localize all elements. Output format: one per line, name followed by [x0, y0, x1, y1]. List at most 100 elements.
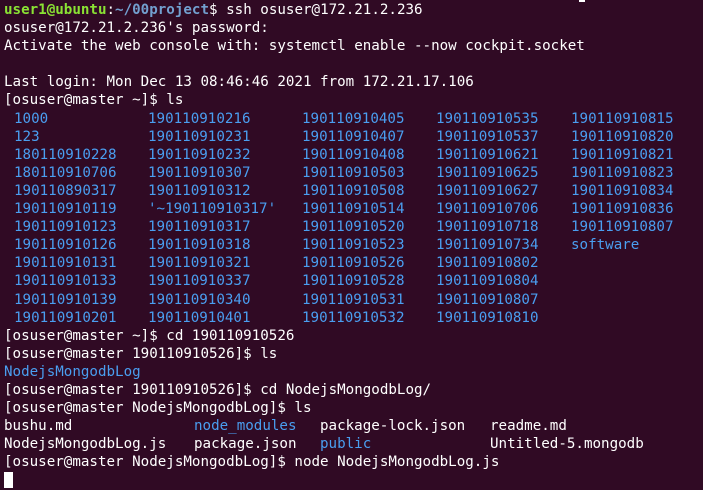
last-login-line: Last login: Mon Dec 13 08:46:46 2021 fro… — [4, 74, 474, 91]
directory-entry: 190110890317 — [14, 182, 117, 199]
directory-entry: 190110910407 — [302, 128, 405, 145]
command-text: cd NodejsMongodbLog/ — [260, 381, 432, 398]
command-text: ssh osuser@172.21.2.236 — [226, 2, 423, 18]
command-text: cd 190110910526 — [166, 327, 295, 344]
directory-entry: 190110910503 — [302, 164, 405, 181]
command-text: ls — [260, 345, 278, 362]
directory-entry: 190110910815 — [571, 110, 674, 127]
listing-row: 190110910201 190110910401 190110910532 1901… — [4, 309, 703, 327]
directory-entry: 180110910228 — [14, 146, 117, 163]
directory-entry — [561, 291, 701, 309]
directory-entry: 190110910625 — [436, 164, 539, 181]
directory-entry: 190110910201 — [14, 309, 117, 326]
prompt-separator: : — [106, 2, 116, 18]
listing-row: 190110890317 190110910312 190110910508 1901… — [4, 182, 703, 200]
command-text: ls — [166, 92, 184, 109]
directory-entry: 190110910627 — [436, 182, 539, 199]
directory-entry: 190110910810 — [436, 309, 539, 326]
directory-entry: 190110910802 — [436, 255, 539, 272]
directory-entry: 190110910836 — [571, 201, 674, 218]
directory-entry: 190110910537 — [436, 128, 539, 145]
shell-prompt: [osuser@master ~]$ — [4, 92, 167, 109]
directory-entry: 190110910532 — [302, 309, 405, 326]
directory-entry: 190110910405 — [302, 110, 405, 127]
shell-prompt: [osuser@master 190110910526]$ — [4, 381, 261, 398]
ls-command-line: [osuser@master ~]$ ls — [4, 91, 703, 109]
cd-command-line: [osuser@master ~]$ cd 190110910526 — [4, 327, 703, 345]
file-listing-row: bushu.md node_modules package-lock.json … — [4, 417, 703, 435]
directory-entry: 190110910526 — [302, 255, 405, 272]
prompt-dollar: $ — [209, 2, 227, 18]
directory-entry: node_modules — [194, 418, 297, 435]
directory-entry: 190110910706 — [436, 201, 539, 218]
cockpit-message-line: Activate the web console with: systemctl… — [4, 38, 585, 55]
node-command-line: [osuser@master NodejsMongodbLog]$ node N… — [4, 453, 703, 471]
shell-prompt: [osuser@master 190110910526]$ — [4, 345, 261, 362]
ssh-command-line: user1@ubuntu:~/00project$ ssh osuser@172… — [4, 1, 703, 19]
listing-row: 190110910131 190110910321 190110910526 1901… — [4, 254, 703, 272]
prompt-path: ~/00project — [115, 2, 210, 18]
password-prompt-line: osuser@172.21.2.236's password: — [4, 20, 269, 37]
directory-entry: 190110910528 — [302, 273, 405, 290]
directory-entry: public — [320, 436, 372, 453]
directory-entry: 190110910834 — [571, 182, 674, 199]
directory-entry: 190110910139 — [14, 291, 117, 308]
file-entry: readme.md — [490, 418, 567, 435]
directory-entry: 190110910823 — [571, 164, 674, 181]
listing-row: 180110910228 190110910232 190110910408 1901… — [4, 146, 703, 164]
directory-entry: 190110910734 — [436, 237, 539, 254]
directory-entry: 180110910706 — [14, 164, 117, 181]
directory-entry — [561, 309, 701, 327]
directory-entry — [561, 254, 701, 272]
directory-entry: 190110910508 — [302, 182, 405, 199]
directory-entry: 190110910131 — [14, 255, 117, 272]
directory-entry: '~190110910317' — [148, 201, 277, 218]
directory-entry: 190110910340 — [148, 291, 251, 308]
command-text: node NodejsMongodbLog.js — [294, 454, 500, 471]
directory-entry: 190110910621 — [436, 146, 539, 163]
directory-entry: 190110910531 — [302, 291, 405, 308]
ls-command-line: [osuser@master NodejsMongodbLog]$ ls — [4, 399, 703, 417]
directory-entry: 190110910804 — [436, 273, 539, 290]
listing-row: 190110910119 '~190110910317' 190110910514 1… — [4, 200, 703, 218]
file-entry: package.json — [194, 436, 297, 453]
file-entry: bushu.md — [4, 418, 73, 435]
directory-entry: 190110910401 — [148, 309, 251, 326]
file-entry: NodejsMongodbLog.js — [4, 436, 167, 453]
directory-entry: 190110910535 — [436, 110, 539, 127]
listing-row: 190110910139 190110910340 190110910531 1901… — [4, 291, 703, 309]
directory-entry: 190110910408 — [302, 146, 405, 163]
directory-entry: 190110910807 — [436, 291, 539, 308]
cd-command-line: [osuser@master 190110910526]$ cd NodejsM… — [4, 381, 703, 399]
prompt-user-host: user1@ubuntu — [4, 2, 107, 18]
text-cursor[interactable] — [4, 472, 13, 489]
shell-prompt: [osuser@master NodejsMongodbLog]$ — [4, 454, 295, 471]
directory-entry: 190110910807 — [571, 219, 674, 236]
file-listing-row: NodejsMongodbLog.js package.json public … — [4, 435, 703, 453]
directory-entry: 190110910133 — [14, 273, 117, 290]
listing-row: 190110910133 190110910337 190110910528 1901… — [4, 272, 703, 290]
directory-entry: 190110910820 — [571, 128, 674, 145]
directory-listing: 1000 190110910216 190110910405 190110910535… — [4, 110, 703, 327]
listing-row: 1000 190110910216 190110910405 190110910535… — [4, 110, 703, 128]
directory-entry: 190110910514 — [302, 201, 405, 218]
directory-entry: 190110910523 — [302, 237, 405, 254]
directory-entry: NodejsMongodbLog — [4, 363, 141, 380]
directory-entry: 190110910821 — [571, 146, 674, 163]
directory-entry: 190110910307 — [148, 164, 251, 181]
file-entry: Untitled-5.mongodb — [490, 436, 644, 453]
file-entry: package-lock.json — [320, 418, 466, 435]
directory-entry: 190110910520 — [302, 219, 405, 236]
directory-entry: 190110910126 — [14, 237, 117, 254]
directory-entry: 190110910119 — [14, 201, 117, 218]
shell-prompt: [osuser@master ~]$ — [4, 327, 167, 344]
ls-command-line: [osuser@master 190110910526]$ ls — [4, 345, 703, 363]
terminal-output[interactable]: user1@ubuntu:~/00project$ ssh osuser@172… — [4, 1, 703, 490]
command-text: ls — [294, 400, 312, 417]
listing-row: 190110910126 190110910318 190110910523 1901… — [4, 236, 703, 254]
directory-entry: 190110910718 — [436, 219, 539, 236]
directory-entry: 190110910216 — [148, 110, 251, 127]
listing-row: 123 190110910231 190110910407 190110910537 1… — [4, 128, 703, 146]
directory-entry: software — [571, 237, 640, 254]
directory-entry: 190110910312 — [148, 182, 251, 199]
